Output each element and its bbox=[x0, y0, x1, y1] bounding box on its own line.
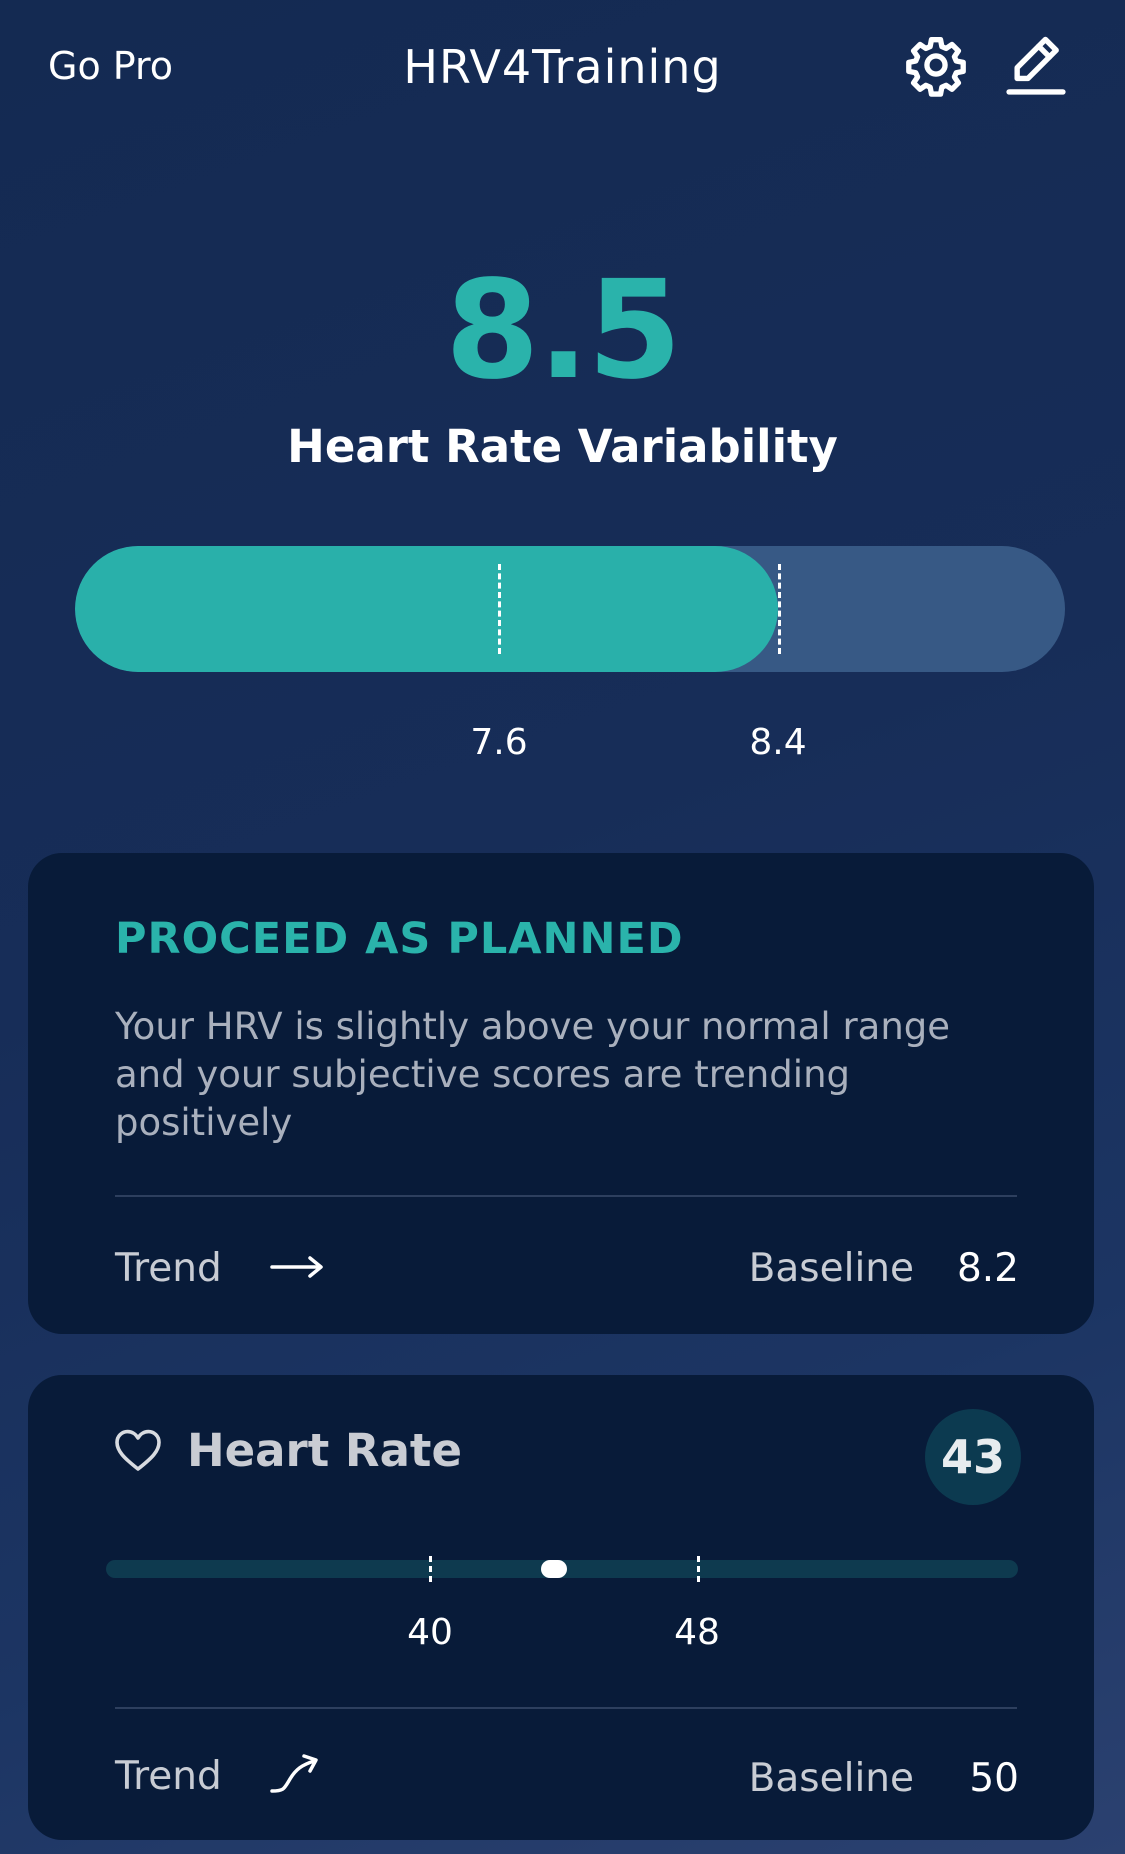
heart-rate-baseline-label: Baseline bbox=[748, 1756, 914, 1801]
pencil-icon bbox=[1006, 36, 1066, 95]
advice-divider bbox=[115, 1195, 1017, 1197]
heart-rate-value-badge: 43 bbox=[925, 1409, 1021, 1505]
advice-title: PROCEED AS PLANNED bbox=[115, 914, 684, 964]
heart-rate-title: Heart Rate bbox=[187, 1424, 462, 1477]
hrv-gauge-fill bbox=[75, 546, 778, 672]
hrv-value: 8.5 bbox=[445, 252, 682, 410]
hrv-range-low-label: 7.6 bbox=[470, 722, 528, 763]
hrv-baseline-label: Baseline bbox=[748, 1246, 914, 1291]
trend-up-icon bbox=[268, 1751, 324, 1801]
hrv-range-low-marker bbox=[498, 564, 501, 654]
hrv-label: Heart Rate Variability bbox=[287, 420, 838, 473]
advice-description: Your HRV is slightly above your normal r… bbox=[115, 1005, 951, 1144]
heart-rate-range-high-marker bbox=[697, 1556, 700, 1582]
heart-icon bbox=[113, 1428, 163, 1476]
heart-rate-indicator bbox=[541, 1560, 567, 1578]
arrow-right-icon bbox=[268, 1249, 326, 1289]
hrv-trend-label: Trend bbox=[115, 1246, 222, 1291]
hrv-range-high-marker bbox=[778, 564, 781, 654]
heart-rate-divider bbox=[115, 1707, 1017, 1709]
heart-rate-range-low-marker bbox=[429, 1556, 432, 1582]
settings-button[interactable] bbox=[901, 30, 971, 100]
edit-button[interactable] bbox=[1001, 30, 1071, 100]
hrv-gauge bbox=[75, 546, 1065, 672]
heart-rate-baseline-value: 50 bbox=[969, 1756, 1019, 1801]
heart-rate-trend-label: Trend bbox=[115, 1754, 222, 1799]
heart-rate-range-low-label: 40 bbox=[407, 1612, 453, 1653]
hrv-baseline-value: 8.2 bbox=[956, 1246, 1019, 1291]
heart-rate-range-high-label: 48 bbox=[674, 1612, 720, 1653]
hrv-range-high-label: 8.4 bbox=[749, 722, 807, 763]
gear-icon bbox=[906, 37, 966, 97]
